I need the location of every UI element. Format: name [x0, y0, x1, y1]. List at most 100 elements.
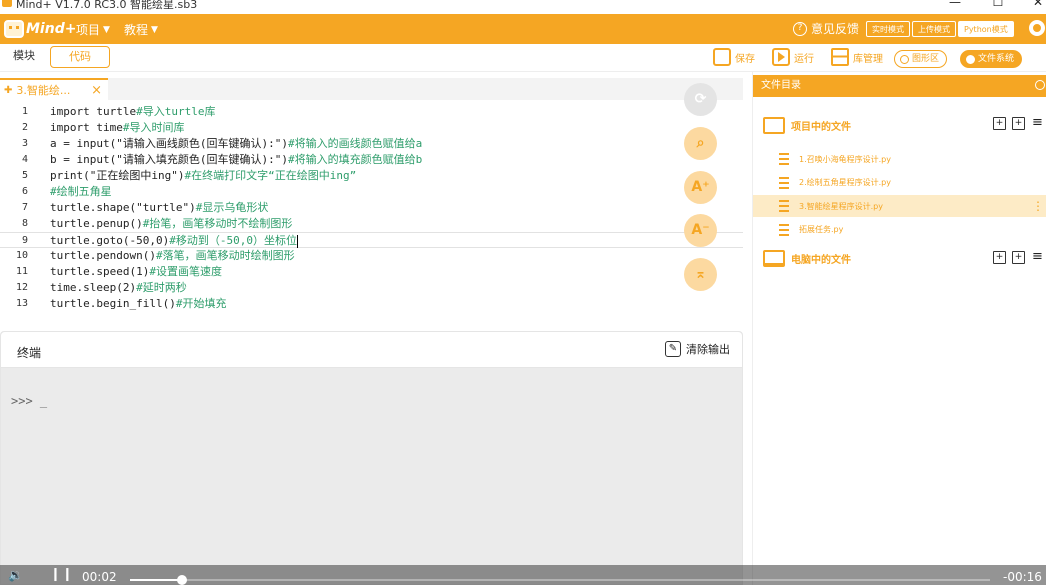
feedback-label: 意见反馈 — [811, 22, 860, 36]
close-tab-icon[interactable]: × — [91, 83, 102, 98]
code-comment: #显示乌龟形状 — [195, 201, 269, 214]
code-comment: #绘制五角星 — [50, 185, 112, 198]
line-number: 11 — [15, 266, 28, 277]
pause-icon[interactable]: ❙❙ — [50, 567, 74, 582]
code-statement: a = input("请输入画线颜色(回车键确认):") — [50, 137, 288, 150]
file-icon — [779, 200, 789, 212]
run-button[interactable]: 运行 — [772, 48, 814, 66]
question-icon: ? — [793, 21, 807, 36]
new-file-icon[interactable]: + — [993, 117, 1006, 130]
remaining-time: -00:16 — [1003, 570, 1042, 584]
code-line[interactable]: 2 import time#导入时间库 — [0, 120, 743, 136]
maximize-button[interactable]: ☐ — [988, 0, 1008, 10]
library-icon — [831, 48, 849, 66]
code-line[interactable]: 4 b = input("请输入填充颜色(回车键确认):")#将输入的填充颜色赋值… — [0, 152, 743, 168]
more-options-icon[interactable]: ⋮ — [1032, 199, 1044, 213]
shape-area-button[interactable]: 图形区 — [894, 50, 948, 68]
line-number: 13 — [15, 298, 28, 309]
code-line[interactable]: 3 a = input("请输入画线颜色(回车键确认):")#将输入的画线颜色赋值… — [0, 136, 743, 152]
app-logo-icon — [2, 0, 12, 7]
pc-files-section[interactable]: 电脑中的文件 — [763, 250, 851, 267]
menu-bar: Mind+ 项目 ▼ 教程 ▼ ? 意见反馈 实时模式 上传模式 Python模… — [0, 14, 1046, 44]
new-folder-icon[interactable]: + — [1012, 251, 1025, 264]
file-name: 1.召唤小海龟程序设计.py — [799, 154, 891, 164]
line-number: 9 — [21, 235, 28, 246]
font-increase-button[interactable]: A⁺ — [684, 171, 717, 204]
mode-switcher: 实时模式 上传模式 Python模式 — [866, 21, 1014, 37]
code-statement: turtle.begin_fill() — [50, 297, 176, 310]
file-directory-title: 文件目录 — [761, 80, 801, 91]
code-comment: #开始填充 — [175, 297, 227, 310]
text-cursor — [296, 234, 298, 248]
code-line[interactable]: 5 print("正在绘图中ing")#在终端打印文字“正在绘图中ing” — [0, 168, 743, 184]
terminal-prompt[interactable]: >>> _ — [11, 394, 47, 408]
file-item[interactable]: 拓展任务.py — [753, 219, 1046, 241]
code-line[interactable]: 10 turtle.pendown()#落笔，画笔移动时绘制图形 — [0, 248, 743, 264]
gear-icon[interactable] — [1029, 20, 1045, 36]
file-system-button[interactable]: 文件系统 — [960, 50, 1023, 68]
mode-python[interactable]: Python模式 — [958, 21, 1014, 37]
code-statement: time.sleep(2) — [50, 281, 137, 294]
close-window-button[interactable]: ✕ — [1028, 0, 1046, 10]
tab-code[interactable]: 代码 — [50, 46, 110, 68]
refresh-button[interactable]: ⟳ — [684, 83, 717, 116]
editor-tab[interactable]: ✚ 3.智能绘... × — [0, 78, 108, 100]
code-comment: #导入时间库 — [122, 121, 185, 134]
code-line[interactable]: 11 turtle.speed(1)#设置画笔速度 — [0, 264, 743, 280]
menu-project[interactable]: 项目 ▼ — [76, 21, 110, 38]
volume-icon[interactable]: 🔉 — [8, 568, 23, 582]
clear-output-button[interactable]: ✎ 清除输出 — [665, 341, 730, 357]
broom-icon: ✎ — [665, 341, 681, 357]
robot-logo-icon — [4, 20, 24, 38]
menu-tutorial-label: 教程 — [124, 23, 149, 37]
file-system-label: 文件系统 — [978, 54, 1015, 64]
project-files-tools: + + ≡ — [993, 116, 1044, 130]
mode-upload[interactable]: 上传模式 — [912, 21, 956, 37]
pc-files-tools: + + ≡ — [993, 250, 1044, 264]
tab-modules[interactable]: 模块 — [3, 46, 45, 68]
file-item[interactable]: 1.召唤小海龟程序设计.py — [753, 148, 1046, 170]
feedback-button[interactable]: ? 意见反馈 — [793, 20, 859, 37]
code-text: time.sleep(2)#延时两秒 — [50, 280, 187, 296]
list-icon — [763, 117, 785, 134]
line-number: 2 — [21, 122, 28, 133]
code-editor[interactable]: 1 import turtle#导入turtle库 2 import time#导入时… — [0, 102, 743, 316]
save-button[interactable]: 保存 — [713, 48, 755, 66]
code-line[interactable]: 7 turtle.shape("turtle")#显示乌龟形状 — [0, 200, 743, 216]
file-item[interactable]: 2.绘制五角星程序设计.py — [753, 172, 1046, 194]
menu-icon[interactable]: ≡ — [1031, 250, 1044, 264]
line-number: 12 — [15, 282, 28, 293]
code-comment: #导入turtle库 — [136, 105, 216, 118]
pc-files-label: 电脑中的文件 — [791, 255, 851, 266]
terminal-title: 终端 — [17, 346, 42, 360]
progress-knob[interactable] — [176, 575, 187, 585]
new-file-icon[interactable]: + — [993, 251, 1006, 264]
minimize-button[interactable]: — — [945, 0, 965, 10]
title-bar: Mind+ V1.7.0 RC3.0 智能绘星.sb3 — ☐ ✕ — [0, 0, 1046, 14]
project-files-section[interactable]: 项目中的文件 — [763, 117, 851, 134]
menu-project-label: 项目 — [76, 23, 101, 37]
progress-track[interactable] — [130, 575, 990, 585]
scroll-top-button[interactable]: ⌅ — [684, 258, 717, 291]
code-statement: b = input("请输入填充颜色(回车键确认):") — [50, 153, 288, 166]
code-line[interactable]: 8 turtle.penup()#抬笔，画笔移动时不绘制图形 — [0, 216, 743, 232]
search-button[interactable]: ⌕ — [684, 127, 717, 160]
code-statement: turtle.shape("turtle") — [50, 201, 196, 214]
check-icon — [966, 54, 975, 64]
new-folder-icon[interactable]: + — [1012, 117, 1025, 130]
library-button[interactable]: 库管理 — [831, 48, 883, 66]
code-line[interactable]: 12 time.sleep(2)#延时两秒 — [0, 280, 743, 296]
code-statement: import time — [50, 121, 123, 134]
code-line[interactable]: 6 #绘制五角星 — [0, 184, 743, 200]
code-line[interactable]: 1 import turtle#导入turtle库 — [0, 104, 743, 120]
code-line[interactable]: 9 turtle.goto(-50,0)#移动到（-50,0）坐标位 — [0, 232, 743, 248]
file-name: 拓展任务.py — [799, 225, 844, 234]
file-item[interactable]: 3.智能绘星程序设计.py ⋮ — [753, 195, 1046, 217]
menu-tutorial[interactable]: 教程 ▼ — [124, 21, 158, 38]
menu-icon[interactable]: ≡ — [1031, 116, 1044, 130]
mode-realtime[interactable]: 实时模式 — [866, 21, 910, 37]
code-line[interactable]: 13 turtle.begin_fill()#开始填充 — [0, 296, 743, 312]
refresh-icon[interactable] — [1035, 80, 1045, 90]
line-number: 3 — [21, 138, 28, 149]
font-decrease-button[interactable]: A⁻ — [684, 214, 717, 247]
